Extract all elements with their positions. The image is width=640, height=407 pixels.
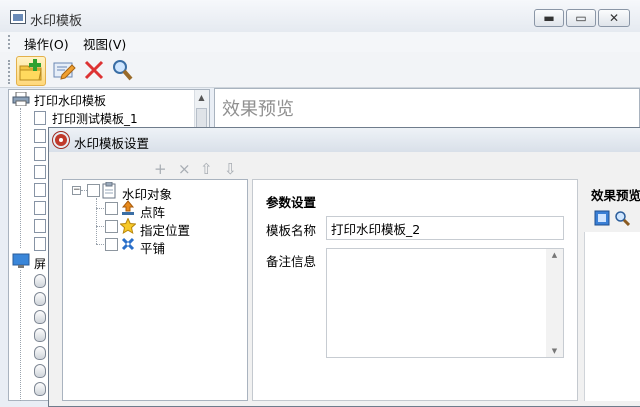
page-icon [34,129,46,143]
page-icon [34,147,46,161]
tree-item-tile[interactable]: 平铺 [140,238,165,257]
dialog-preview-title: 效果预览 [591,188,640,203]
minimize-button[interactable]: ▬ [534,9,564,27]
monitor-icon [12,253,30,268]
notes-label: 备注信息 [266,254,317,269]
tree-connector [96,198,97,244]
delete-icon [84,60,104,80]
mouse-icon [34,382,46,396]
menu-grip [8,35,11,49]
close-icon: ✕ [608,11,620,25]
dialog-preview-area [584,232,640,401]
dialog-app-icon [53,132,69,148]
mouse-icon [34,328,46,342]
page-icon [34,219,46,233]
clipboard-icon [102,182,116,199]
maximize-button[interactable]: ▭ [566,9,596,27]
remove-node-icon[interactable]: × [178,160,191,178]
tree-root-print[interactable]: 打印水印模板 [34,92,106,109]
window-title: 水印模板 [30,14,83,29]
scroll-thumb[interactable] [196,108,207,128]
tree-item-template[interactable]: 打印测试模板_1 [52,110,138,127]
fit-view-icon[interactable] [594,210,610,226]
menu-operations[interactable]: 操作(O) [24,34,69,53]
mouse-icon [34,310,46,324]
scroll-up-icon[interactable]: ▲ [195,91,208,104]
dialog-title: 水印模板设置 [74,136,150,151]
checkbox-dot-matrix[interactable] [105,202,118,215]
page-icon [34,201,46,215]
printer-icon [12,92,30,106]
scroll-up-icon[interactable]: ▲ [546,251,563,259]
scroll-down-icon[interactable]: ▼ [546,347,563,355]
add-node-icon[interactable]: + [154,160,167,178]
page-icon [34,183,46,197]
preview-title: 效果预览 [222,99,294,120]
star-icon [120,218,136,234]
minimize-icon: ▬ [543,11,555,25]
edit-icon [53,62,76,80]
checkbox-tile[interactable] [105,238,118,251]
tile-icon [121,237,135,251]
tree-item-dot-matrix[interactable]: 点阵 [140,202,165,221]
notes-scrollbar[interactable]: ▲ ▼ [546,249,563,357]
zoom-icon[interactable] [614,210,630,226]
menu-view[interactable]: 视图(V) [83,34,126,53]
params-section-title: 参数设置 [266,195,317,210]
template-name-input[interactable] [326,216,564,240]
move-up-icon[interactable]: ⇧ [200,160,213,178]
close-button[interactable]: ✕ [598,9,630,27]
tree-connector [20,270,21,401]
tree-root-screen[interactable]: 屏 [34,255,46,272]
notes-textarea[interactable] [326,248,564,358]
maximize-icon: ▭ [575,11,587,25]
mouse-icon [34,364,46,378]
edit-button[interactable] [52,58,76,82]
tree-connector [96,244,104,245]
mouse-icon [34,274,46,288]
tree-item-fixed-position[interactable]: 指定位置 [140,220,190,239]
dot-matrix-icon [121,200,135,215]
mouse-icon [34,292,46,306]
toolbar-grip [8,60,11,84]
mouse-icon [34,346,46,360]
search-icon [113,60,133,81]
delete-button[interactable] [82,58,106,82]
page-icon [34,237,46,251]
move-down-icon[interactable]: ⇩ [224,160,237,178]
tree-connector [96,226,104,227]
tree-connector [20,108,21,248]
checkbox-watermark-object[interactable] [87,184,100,197]
template-name-label: 模板名称 [266,223,317,238]
new-template-button[interactable] [16,56,46,86]
app-icon [10,10,26,24]
collapse-icon[interactable]: − [72,186,81,195]
page-icon [34,165,46,179]
page-icon [34,111,46,125]
tree-connector [96,208,104,209]
new-folder-icon [19,59,42,81]
search-button[interactable] [110,58,134,82]
checkbox-fixed-position[interactable] [105,220,118,233]
